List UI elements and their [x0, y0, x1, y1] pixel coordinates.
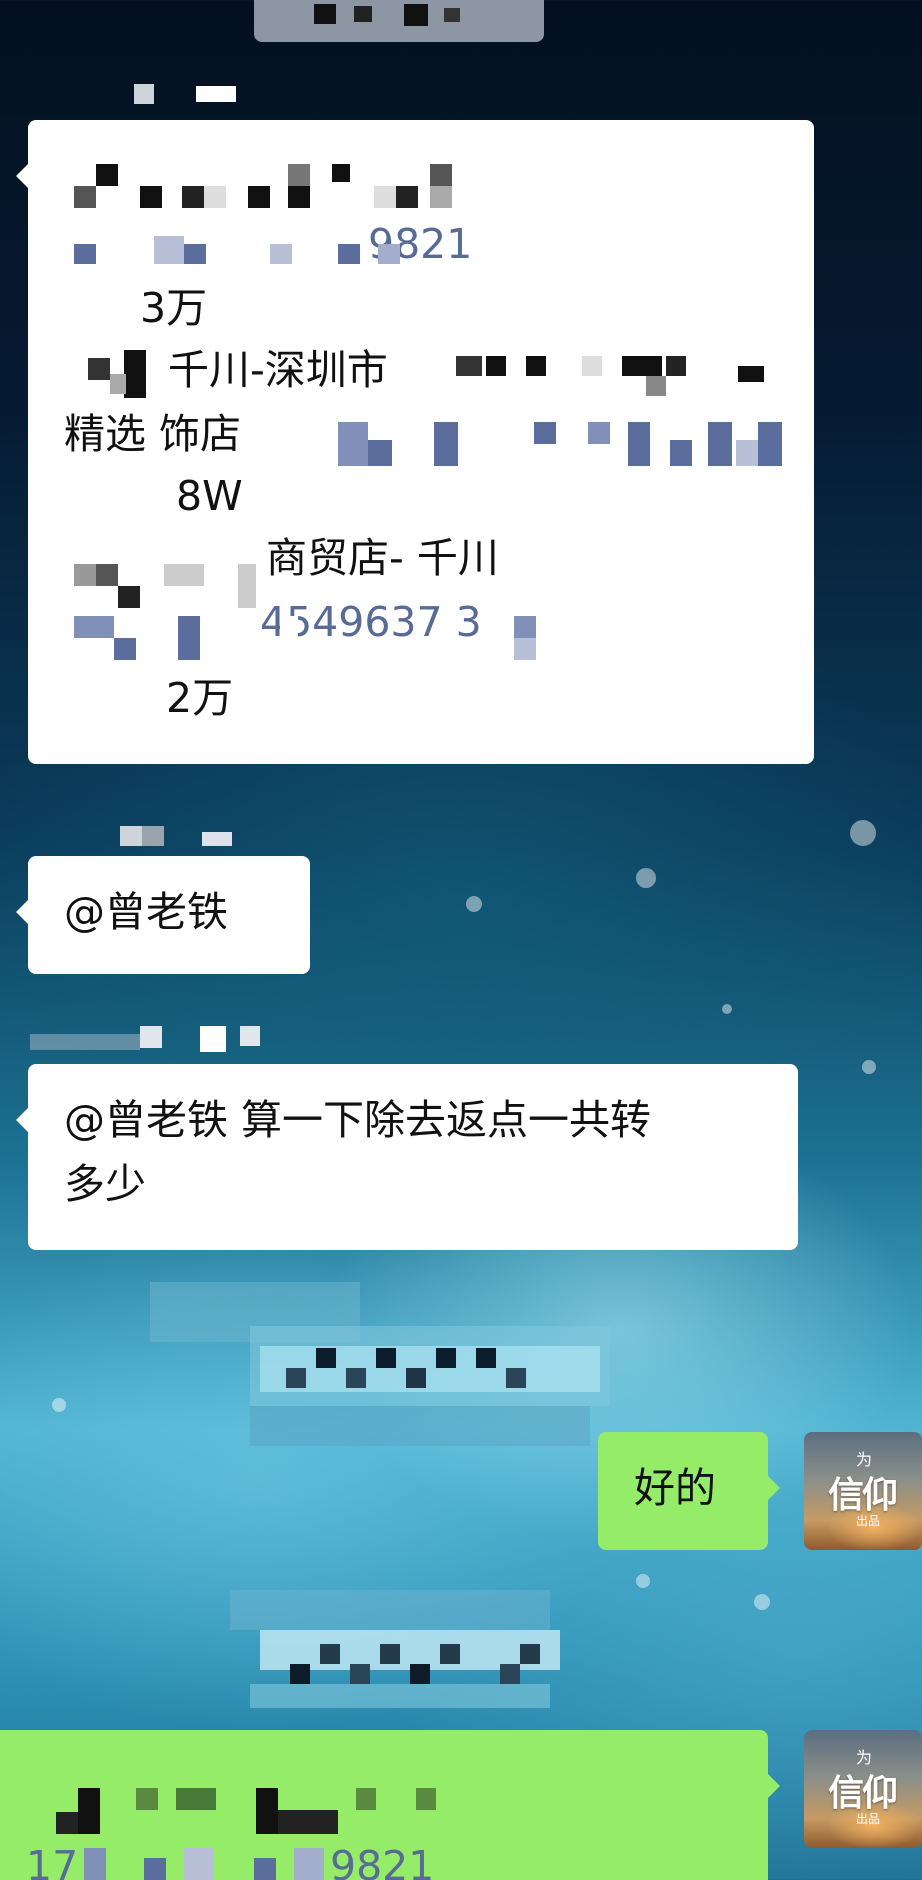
user-avatar[interactable]: 为 信仰 出品: [804, 1432, 922, 1550]
question-message-bubble[interactable]: @曾老铁 算一下除去返点一共转 多少: [16, 1064, 798, 1250]
listing-amount-1: 3万: [140, 284, 208, 332]
user-avatar[interactable]: 为 信仰 出品: [804, 1730, 922, 1848]
question-text-line-2: 多少: [64, 1160, 146, 1208]
redacted-timestamp: [254, 0, 544, 42]
mention-text: @曾老铁: [64, 888, 228, 936]
avatar-caption-text: 出品: [856, 1514, 881, 1528]
redacted-timestamp: [230, 1590, 590, 1710]
listing-message-bubble[interactable]: 9821 3万 千川-深圳市 精选 饰店 8W 商贸店- 千川 4549637 …: [16, 120, 814, 764]
background-sparkle: [52, 1398, 66, 1412]
background-sparkle: [862, 1060, 876, 1074]
avatar-caption-text: 出品: [856, 1812, 881, 1826]
background-sparkle: [722, 1004, 732, 1014]
redacted-timestamp: [150, 1282, 620, 1452]
last-message-number-prefix[interactable]: 17: [26, 1838, 78, 1880]
listing-shop-line-2: 精选 饰店: [64, 410, 242, 458]
redacted-number: [74, 616, 554, 660]
redacted-sender-name: [30, 1024, 260, 1054]
last-message-bubble[interactable]: 17 9821: [0, 1730, 780, 1880]
question-text-line-1: @曾老铁 算一下除去返点一共转: [64, 1096, 652, 1144]
background-sparkle: [466, 896, 482, 912]
reply-message-bubble[interactable]: 好的: [598, 1432, 780, 1550]
redacted-number: [74, 226, 414, 270]
redacted-number: [84, 1848, 334, 1880]
reply-text: 好的: [634, 1464, 716, 1512]
redacted-text: [74, 564, 256, 608]
avatar-title-text: 信仰: [828, 1772, 898, 1814]
redacted-sender-name: [110, 84, 260, 108]
background-sparkle: [754, 1594, 770, 1610]
redacted-text: [56, 1788, 456, 1834]
redacted-text: [328, 422, 808, 466]
listing-shop-line-1: 千川-深圳市: [168, 346, 388, 394]
mention-message-bubble[interactable]: @曾老铁: [16, 856, 310, 974]
listing-shop-line-3: 商贸店- 千川: [266, 534, 499, 582]
avatar-title-text: 信仰: [828, 1474, 898, 1516]
redacted-text: [446, 356, 786, 396]
listing-amount-2: 8W: [176, 472, 243, 520]
background-sparkle: [636, 1574, 650, 1588]
listing-amount-3: 2万: [166, 674, 234, 722]
redacted-sender-name: [110, 824, 250, 848]
background-sparkle: [850, 820, 876, 846]
background-sparkle: [636, 868, 656, 888]
redacted-text: [74, 164, 494, 208]
last-message-number[interactable]: 9821: [330, 1838, 434, 1880]
